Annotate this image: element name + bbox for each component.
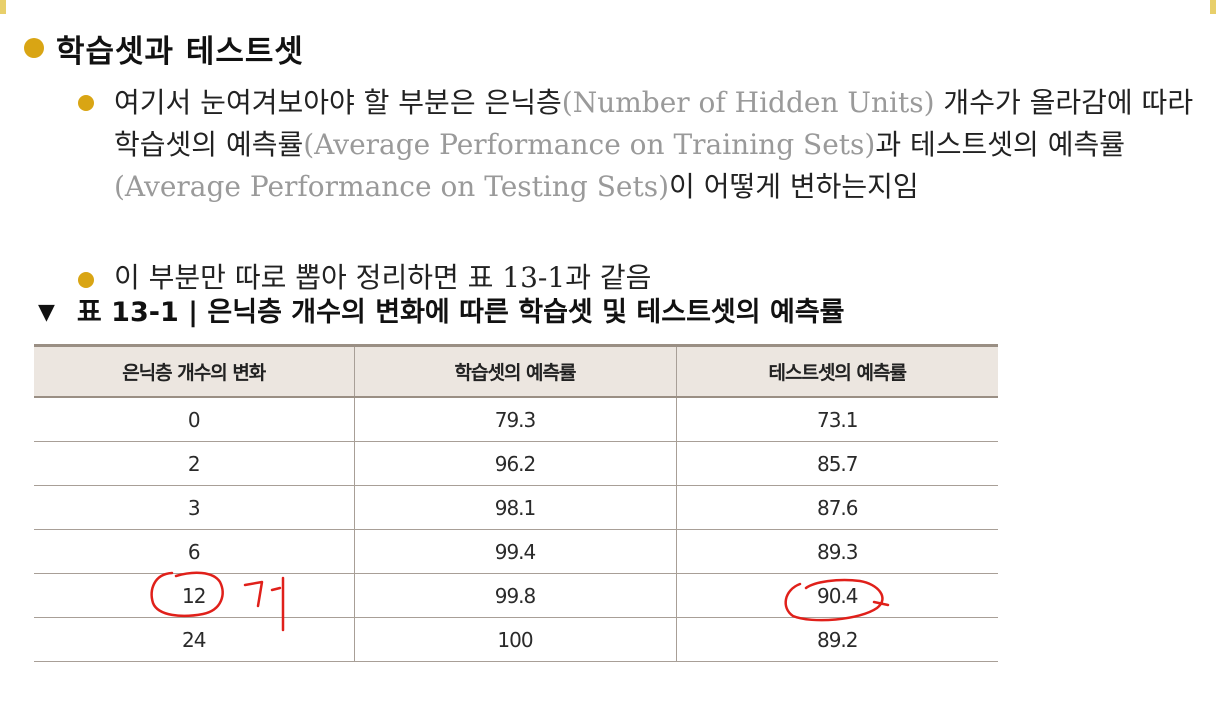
cell-testing-rate: 90.4	[675, 573, 998, 618]
cell-testing-rate: 73.1	[675, 397, 998, 442]
para1-english-term: (Number of Hidden Units)	[561, 86, 935, 119]
cell-training-rate: 98.1	[353, 485, 676, 530]
cell-hidden-units: 2	[34, 441, 354, 486]
para1-english-term: (Average Performance on Training Sets)	[303, 128, 876, 161]
cell-training-rate: 79.3	[353, 397, 676, 442]
cell-testing-rate: 85.7	[675, 441, 998, 486]
corner-mark-right	[1210, 0, 1216, 14]
table-caption-text: 표 13-1 | 은닉층 개수의 변화에 따른 학습셋 및 테스트셋의 예측률	[76, 297, 845, 328]
table-row: 3 98.1 87.6	[34, 485, 998, 530]
para1-english-term: (Average Performance on Testing Sets)	[114, 170, 670, 203]
cell-training-rate: 96.2	[353, 441, 676, 486]
paragraph-bullet-icon	[78, 272, 94, 288]
cell-hidden-units: 0	[34, 397, 354, 442]
cell-hidden-units: 6	[34, 529, 354, 574]
para1-text: 과 테스트셋의 예측률	[875, 128, 1125, 161]
header-hidden-units: 은닉층 개수의 변화	[34, 344, 354, 398]
table-row: 24 100 89.2	[34, 617, 998, 662]
paragraph-hidden-units: 여기서 눈여겨보아야 할 부분은 은닉층(Number of Hidden Un…	[114, 82, 1220, 208]
cell-training-rate: 99.8	[353, 573, 676, 618]
table-caption: ▼ 표 13-1 | 은닉층 개수의 변화에 따른 학습셋 및 테스트셋의 예측률	[38, 290, 845, 329]
paragraph-bullet-icon	[78, 95, 94, 111]
slide-heading: 학습셋과 테스트셋	[56, 34, 304, 70]
cell-hidden-units: 24	[34, 617, 354, 662]
cell-training-rate: 100	[353, 617, 676, 662]
cell-training-rate: 99.4	[353, 529, 676, 574]
results-table: 은닉층 개수의 변화 학습셋의 예측률 테스트셋의 예측률 0 79.3 73.…	[34, 344, 998, 662]
header-testing-rate: 테스트셋의 예측률	[675, 344, 998, 398]
table-row: 2 96.2 85.7	[34, 441, 998, 486]
triangle-down-icon: ▼	[38, 300, 55, 325]
table-row: 0 79.3 73.1	[34, 397, 998, 442]
cell-testing-rate: 89.2	[675, 617, 998, 662]
header-training-rate: 학습셋의 예측률	[353, 344, 676, 398]
cell-hidden-units: 3	[34, 485, 354, 530]
table-row: 12 99.8 90.4	[34, 573, 998, 618]
cell-testing-rate: 89.3	[675, 529, 998, 574]
para1-text: 이 어떻게 변하는지임	[669, 170, 919, 203]
table-row: 6 99.4 89.3	[34, 529, 998, 574]
cell-hidden-units: 12	[34, 573, 354, 618]
heading-bullet-icon	[24, 38, 44, 58]
cell-testing-rate: 87.6	[675, 485, 998, 530]
table-header-row: 은닉층 개수의 변화 학습셋의 예측률 테스트셋의 예측률	[34, 344, 998, 398]
corner-mark-left	[0, 0, 6, 14]
para1-text: 여기서 눈여겨보아야 할 부분은 은닉층	[114, 86, 562, 119]
